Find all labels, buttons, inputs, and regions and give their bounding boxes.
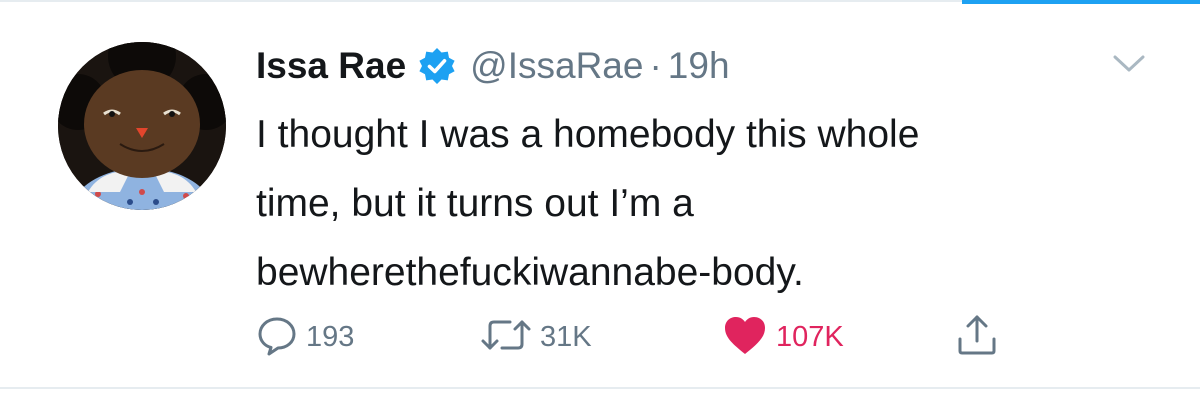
reply-icon	[256, 314, 298, 361]
verified-badge-icon	[418, 47, 456, 85]
tweet-text-line: bewherethefuckiwannabe-body.	[256, 251, 804, 294]
author-handle[interactable]: @IssaRae	[470, 45, 643, 87]
tweet-text-line: I thought I was a homebody this whole	[256, 113, 920, 156]
like-button[interactable]: 107K	[722, 313, 844, 361]
timestamp[interactable]: 19h	[668, 45, 730, 87]
reply-count: 193	[306, 320, 355, 353]
retweet-button[interactable]: 31K	[480, 313, 592, 361]
active-tab-indicator	[962, 0, 1200, 4]
avatar-image	[58, 42, 226, 210]
tweet-text: I thought I was a homebody this whole ti…	[256, 100, 1156, 307]
retweet-icon	[480, 314, 532, 361]
chevron-down-icon[interactable]	[1112, 50, 1146, 76]
reply-button[interactable]: 193	[256, 313, 354, 361]
heart-icon	[722, 314, 768, 361]
tweet-text-line: time, but it turns out I’m a	[256, 182, 694, 225]
like-count: 107K	[776, 320, 844, 353]
share-button[interactable]	[955, 313, 999, 361]
retweet-count: 31K	[540, 320, 592, 353]
share-icon	[955, 313, 999, 362]
tweet-header: Issa Rae @IssaRae · 19h	[256, 38, 730, 94]
separator-dot: ·	[649, 45, 662, 86]
avatar[interactable]	[58, 42, 226, 210]
bottom-divider	[0, 387, 1200, 389]
author-display-name[interactable]: Issa Rae	[256, 45, 406, 87]
